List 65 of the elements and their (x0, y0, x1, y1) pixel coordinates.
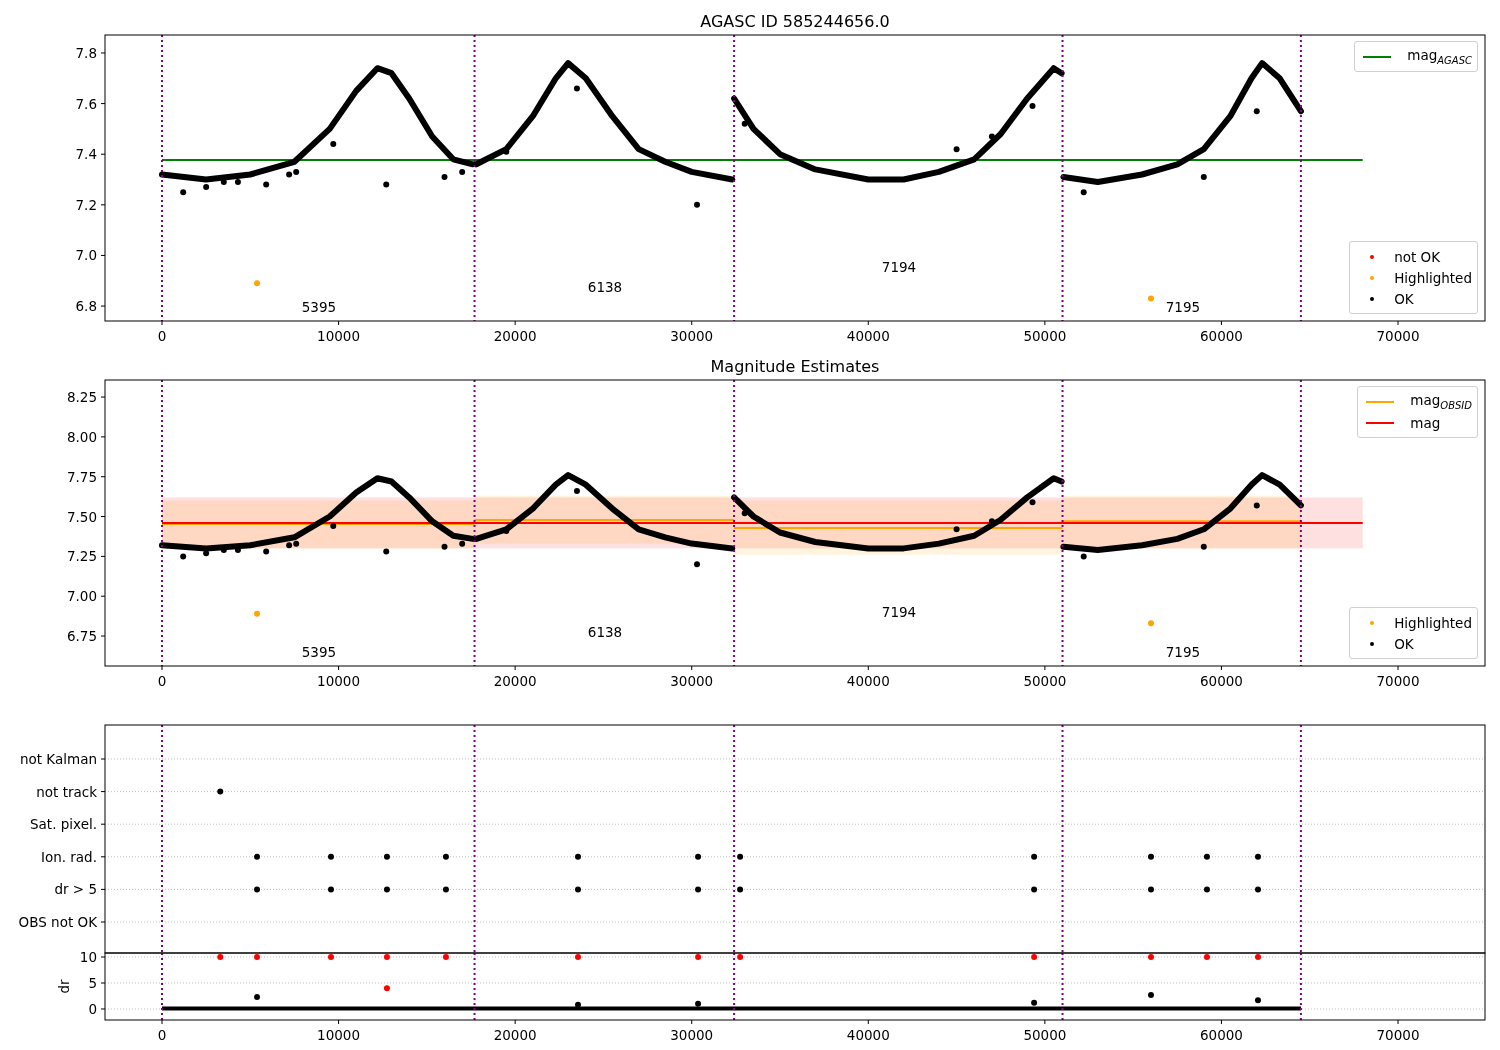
obsid-label: 7195 (1165, 299, 1201, 316)
tick-label: Sat. pixel. (30, 816, 97, 833)
tick-label: 8.00 (66, 428, 97, 445)
tick-label: 30000 (670, 1027, 714, 1043)
tick-label: 70000 (1376, 328, 1420, 344)
tick-label: 10000 (317, 1027, 361, 1043)
tick-label: dr > 5 (54, 881, 97, 898)
tick-label: 0 (157, 673, 167, 689)
tick-label: not Kalman (19, 751, 97, 767)
obsid-label: 7194 (881, 604, 917, 621)
legend-label: Highlighted (1394, 614, 1472, 631)
obsid-label: 7195 (1165, 644, 1201, 661)
tick-label: 20000 (493, 328, 537, 344)
tick-label: 20000 (493, 673, 537, 689)
tick-label: 0 (157, 1027, 167, 1043)
tick-label: 30000 (670, 328, 714, 344)
obsid-label: 6138 (587, 624, 623, 641)
tick-label: 7.75 (66, 468, 97, 485)
tick-label: 10000 (317, 673, 361, 689)
tick-label: 0 (157, 328, 167, 344)
tick-label: 7.6 (75, 95, 97, 112)
tick-label: 20000 (493, 1027, 537, 1043)
legend-label: not OK (1394, 248, 1441, 265)
obsid-label: 5395 (301, 299, 337, 316)
tick-label: 40000 (846, 1027, 890, 1043)
tick-label: Ion. rad. (40, 848, 97, 865)
tick-label: 6.8 (75, 298, 97, 315)
legend-label: OK (1394, 290, 1414, 307)
tick-label: 40000 (846, 673, 890, 689)
tick-label: 50000 (1023, 1027, 1067, 1043)
tick-label: 7.0 (75, 247, 97, 264)
tick-label: OBS not OK (18, 914, 97, 930)
tick-label: 70000 (1376, 1027, 1420, 1043)
legend-label: Highlighted (1394, 269, 1472, 286)
legend-label: mag$_{AGASC}$ (1407, 47, 1472, 66)
tick-label: 50000 (1023, 328, 1067, 344)
tick-label: 7.50 (66, 508, 97, 525)
tick-label: 50000 (1023, 673, 1067, 689)
tick-label: 5 (88, 975, 97, 991)
tick-label: 60000 (1199, 673, 1243, 689)
tick-label: 60000 (1199, 328, 1243, 344)
tick-label: 7.2 (75, 196, 97, 213)
obsid-label: 5395 (301, 644, 337, 661)
tick-label: 7.00 (66, 588, 97, 605)
tick-label: 60000 (1199, 1027, 1243, 1043)
tick-label: 0 (88, 1001, 97, 1017)
legend-label: mag$_{OBSID}$ (1410, 392, 1472, 411)
tick-label: 7.8 (75, 44, 97, 61)
tick-label: 7.25 (66, 548, 97, 565)
tick-label: 10 (79, 949, 97, 965)
chart-title: Magnitude Estimates (710, 357, 880, 376)
tick-label: 70000 (1376, 673, 1420, 689)
tick-label: 40000 (846, 328, 890, 344)
legend-label: OK (1394, 635, 1414, 652)
tick-label: 10000 (317, 328, 361, 344)
obsid-label: 6138 (587, 279, 623, 296)
tick-label: 7.4 (75, 146, 97, 163)
tick-label: 6.75 (66, 628, 97, 645)
obsid-label: 7194 (881, 259, 917, 276)
chart-title: AGASC ID 585244656.0 (700, 12, 890, 31)
tick-label: 30000 (670, 673, 714, 689)
legend-label: mag (1410, 414, 1441, 431)
axis-label: dr (56, 979, 72, 994)
tick-label: 8.25 (66, 389, 97, 406)
tick-label: not track (36, 783, 97, 800)
